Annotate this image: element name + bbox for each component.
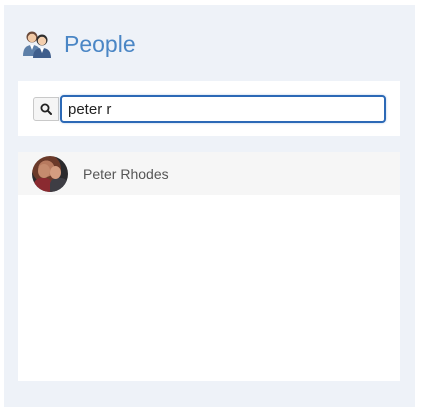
results-list: Peter Rhodes <box>18 152 400 381</box>
result-item[interactable]: Peter Rhodes <box>18 152 400 195</box>
people-panel: People Peter Rhodes <box>4 5 415 407</box>
avatar <box>32 155 68 192</box>
search-card <box>18 81 400 136</box>
panel-header: People <box>22 26 136 62</box>
search-input[interactable] <box>60 95 386 123</box>
search-button[interactable] <box>33 97 59 121</box>
search-icon <box>40 103 52 115</box>
result-name: Peter Rhodes <box>83 165 169 182</box>
page-title: People <box>64 30 136 57</box>
people-icon <box>22 29 52 59</box>
